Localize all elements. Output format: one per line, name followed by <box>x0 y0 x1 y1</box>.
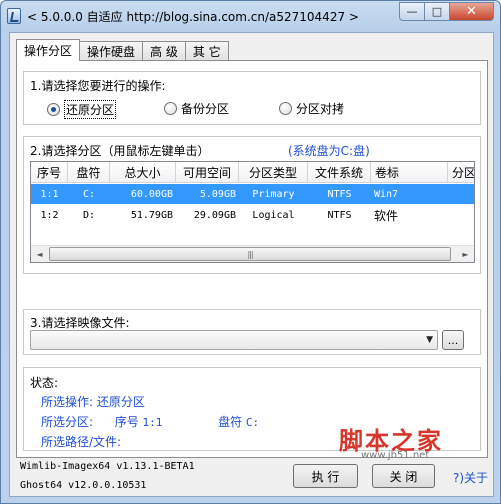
window-controls: — □ ✕ <box>399 2 494 21</box>
maximize-button[interactable]: □ <box>425 2 450 21</box>
status-partition: 所选分区: 序号 1:1 盘符 C: <box>41 413 259 430</box>
column-header-label[interactable]: 卷标 <box>371 162 448 183</box>
status-operation: 所选操作: 还原分区 <box>41 393 145 410</box>
status-operation-value: 还原分区 <box>96 395 145 409</box>
system-drive-hint: (系统盘为C:盘) <box>288 144 370 158</box>
radio-button-checked[interactable] <box>47 103 60 116</box>
tab-advanced[interactable]: 高 级 <box>142 41 186 60</box>
status-path-label: 所选路径/文件: <box>41 435 122 449</box>
cell-fs: NTFS <box>327 209 352 221</box>
scroll-right-icon[interactable]: ► <box>457 246 474 262</box>
cell-seq: 1:1 <box>40 188 59 200</box>
app-icon <box>7 8 21 24</box>
status-seq-label: 序号 <box>114 415 139 429</box>
tab-other[interactable]: 其 它 <box>184 41 229 60</box>
minimize-icon: — <box>406 5 418 18</box>
title-bar[interactable]: < 5.0.0.0 自适应 http://blog.sina.com.cn/a5… <box>1 1 500 31</box>
chevron-down-icon[interactable]: ▼ <box>426 335 433 345</box>
window-title: < 5.0.0.0 自适应 http://blog.sina.com.cn/a5… <box>27 10 359 24</box>
status-drive-label: 盘符 <box>218 415 243 429</box>
list-header: 序号 盘符 总大小 可用空间 分区类型 文件系统 卷标 分区 <box>31 162 474 183</box>
close-icon: ✕ <box>466 4 477 19</box>
cell-type: Logical <box>252 209 295 221</box>
radio-backup-label: 备份分区 <box>181 102 230 116</box>
cell-label: Win7 <box>374 188 399 200</box>
version-ghost: Ghost64 v12.0.0.10531 <box>20 480 147 491</box>
close-button[interactable]: 关 闭 <box>372 464 435 488</box>
cell-total: 60.00GB <box>130 188 173 200</box>
status-partition-label: 所选分区: <box>41 415 94 429</box>
tab-operate-disk[interactable]: 操作硬盘 <box>79 41 144 60</box>
cell-free: 29.09GB <box>193 209 236 221</box>
cell-label: 软件 <box>374 208 399 223</box>
status-label: 状态: <box>30 376 59 390</box>
column-header-drive[interactable]: 盘符 <box>68 162 110 183</box>
cell-partition <box>448 184 474 204</box>
table-row[interactable]: 1:1 C: 60.00GB 5.09GB Primary NTFS Win7 <box>31 184 474 204</box>
operation-group: 1.请选择您要进行的操作: 还原分区 备份分区 分区对拷 <box>23 71 481 125</box>
image-file-combo[interactable]: ▼ <box>30 330 438 350</box>
column-header-fs[interactable]: 文件系统 <box>308 162 371 183</box>
radio-restore[interactable]: 还原分区 <box>47 100 117 119</box>
partition-group: 2.请选择分区（用鼠标左键单击） (系统盘为C:盘) 序号 盘符 总大小 可用空… <box>23 136 481 274</box>
horizontal-scrollbar[interactable]: ◄ ||| ► <box>31 245 474 262</box>
execute-button[interactable]: 执 行 <box>293 464 358 488</box>
tab-strip: 操作分区 操作硬盘 高 级 其 它 <box>16 39 229 61</box>
cell-free: 5.09GB <box>199 188 236 200</box>
column-header-seq[interactable]: 序号 <box>31 162 68 183</box>
radio-clone[interactable]: 分区对拷 <box>279 100 344 117</box>
partition-list[interactable]: 序号 盘符 总大小 可用空间 分区类型 文件系统 卷标 分区 1:1 C: 60… <box>30 161 475 263</box>
scrollbar-thumb[interactable]: ||| <box>49 247 451 261</box>
table-row[interactable]: 1:2 D: 51.79GB 29.09GB Logical NTFS 软件 <box>31 205 474 225</box>
operation-group-label: 1.请选择您要进行的操作: <box>30 79 166 93</box>
status-operation-label: 所选操作: <box>41 395 94 409</box>
watermark-url: www.jb51.net <box>361 450 430 461</box>
cell-partition <box>448 205 474 225</box>
grip-icon: ||| <box>247 249 253 259</box>
partition-group-label: 2.请选择分区（用鼠标左键单击） <box>30 144 210 158</box>
cell-total: 51.79GB <box>130 209 173 221</box>
browse-button[interactable]: ... <box>442 330 464 350</box>
status-drive-value: C: <box>245 416 260 429</box>
tab-page: 1.请选择您要进行的操作: 还原分区 备份分区 分区对拷 2.请选择分区（用鼠标… <box>16 60 488 458</box>
version-wimlib: Wimlib-Imagex64 v1.13.1-BETA1 <box>20 461 195 472</box>
minimize-button[interactable]: — <box>399 2 425 21</box>
radio-backup[interactable]: 备份分区 <box>164 100 229 117</box>
main-window: < 5.0.0.0 自适应 http://blog.sina.com.cn/a5… <box>0 0 501 504</box>
cell-seq: 1:2 <box>40 209 59 221</box>
cell-type: Primary <box>252 188 295 200</box>
maximize-icon: □ <box>431 5 443 18</box>
column-header-total[interactable]: 总大小 <box>110 162 176 183</box>
radio-button[interactable] <box>164 102 177 115</box>
cell-fs: NTFS <box>327 188 352 200</box>
tab-operate-partition[interactable]: 操作分区 <box>16 39 81 61</box>
cell-drive: C: <box>82 188 96 200</box>
image-file-group: 3.请选择映像文件: ▼ ... <box>23 309 481 355</box>
column-header-type[interactable]: 分区类型 <box>239 162 308 183</box>
image-file-label: 3.请选择映像文件: <box>30 316 130 330</box>
radio-clone-label: 分区对拷 <box>296 102 345 116</box>
close-window-button[interactable]: ✕ <box>450 2 494 21</box>
status-seq-value: 1:1 <box>142 416 163 429</box>
radio-button[interactable] <box>279 102 292 115</box>
status-path: 所选路径/文件: <box>41 433 121 450</box>
radio-restore-label: 还原分区 <box>64 100 117 119</box>
about-link[interactable]: ?)关于 <box>453 469 488 486</box>
scroll-left-icon[interactable]: ◄ <box>31 246 48 262</box>
column-header-partition[interactable]: 分区 <box>448 162 474 183</box>
cell-drive: D: <box>82 209 96 221</box>
column-header-free[interactable]: 可用空间 <box>176 162 239 183</box>
